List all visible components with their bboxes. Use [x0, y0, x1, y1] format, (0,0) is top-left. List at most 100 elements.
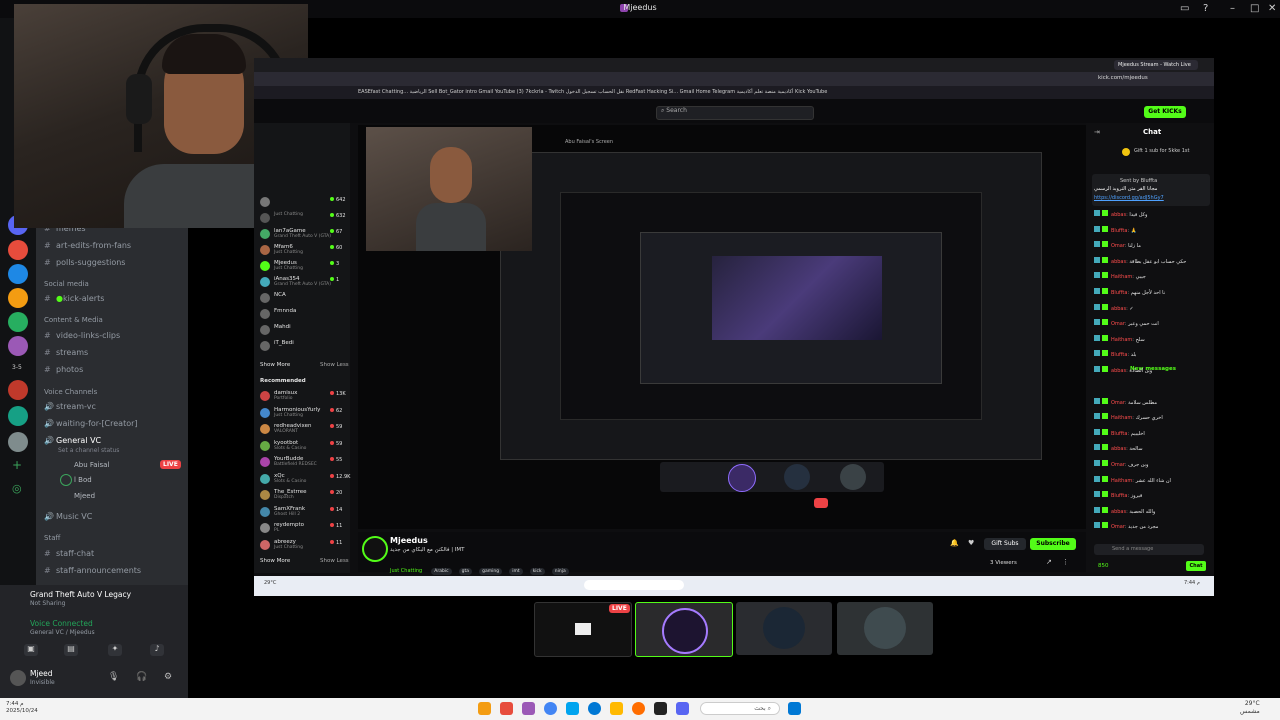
vc-user[interactable]: Mjeed: [74, 492, 95, 500]
chat-message[interactable]: Omar: ما زلنا: [1094, 241, 1141, 249]
chat-username[interactable]: abbas: [1111, 212, 1126, 218]
avatar[interactable]: [260, 245, 270, 255]
call-thumbnail[interactable]: LIVE: [534, 602, 632, 657]
chat-username[interactable]: Bluffta: [1111, 352, 1127, 358]
avatar[interactable]: [260, 277, 270, 287]
show-less-link[interactable]: Show Less: [320, 362, 349, 368]
call-thumbnail[interactable]: [837, 602, 933, 655]
inbox-icon[interactable]: ▭: [1180, 3, 1189, 14]
mic-icon[interactable]: 🎙: [108, 672, 119, 682]
avatar[interactable]: [260, 229, 270, 239]
channel-video-links[interactable]: # video-links-clips: [44, 331, 120, 340]
headphones-icon[interactable]: 🎧: [136, 672, 147, 682]
chat-message[interactable]: Bluffta: اخليبيم: [1094, 428, 1145, 437]
avatar[interactable]: [260, 523, 270, 533]
sidebar-channel[interactable]: iAnas354 Grand Theft Auto V (GTA): [274, 276, 331, 287]
chat-message[interactable]: Omar: مطلس سلامة: [1094, 397, 1157, 406]
recommended-channel[interactable]: damisux Portfolio: [274, 390, 297, 401]
recommended-channel[interactable]: The_Estrree Dispatch: [274, 489, 307, 500]
avatar[interactable]: [260, 457, 270, 467]
server-folder-count[interactable]: 3-5: [12, 364, 22, 371]
channel-polls[interactable]: # polls-suggestions: [44, 258, 125, 267]
avatar[interactable]: [260, 440, 270, 451]
channel-avatar[interactable]: [362, 536, 388, 562]
chat-message[interactable]: Omar: مجرد من جديد: [1094, 522, 1158, 530]
chat-username[interactable]: Omar: [1111, 524, 1125, 530]
chat-message[interactable]: abbas: ✓: [1094, 303, 1134, 312]
taskbar-app-icon[interactable]: [478, 702, 491, 715]
activities-icon[interactable]: ✦: [108, 644, 122, 656]
recommended-channel[interactable]: HarmoniousYurly Just Chatting: [274, 407, 320, 418]
tag[interactable]: gta: [458, 568, 473, 575]
chat-message[interactable]: abbas: سالحة: [1094, 444, 1143, 452]
recommended-channel[interactable]: reydempto PL: [274, 522, 304, 533]
recommended-channel[interactable]: SamXFrank Ghost Hill 2: [274, 506, 305, 517]
taskbar-search[interactable]: بحث ⌕: [700, 702, 780, 715]
chat-message[interactable]: abbas: وكل فيدا: [1094, 210, 1147, 218]
channel-kick-alerts[interactable]: # ●kick-alerts: [44, 294, 104, 303]
server-icon[interactable]: [8, 336, 28, 356]
chat-username[interactable]: abbas: [1111, 446, 1126, 452]
chat-message[interactable]: Omar: انت حمي وعبر: [1094, 319, 1159, 327]
taskbar-app-icon[interactable]: [654, 702, 667, 715]
server-icon[interactable]: [8, 240, 28, 260]
chat-username[interactable]: Bluffta: [1111, 431, 1127, 437]
recommended-channel[interactable]: redheadvixen VALORANT: [274, 423, 312, 434]
discord-icon[interactable]: [676, 702, 689, 715]
minimize-icon[interactable]: –: [1230, 3, 1235, 14]
sidebar-channel[interactable]: Mahdi: [274, 324, 291, 330]
tag[interactable]: Arabic: [431, 568, 452, 575]
taskbar-weather[interactable]: 29°C مشمس: [1240, 700, 1260, 716]
taskbar-app-icon[interactable]: [500, 702, 513, 715]
voice-channel-music[interactable]: 🔊 Music VC: [44, 512, 92, 521]
recommended-channel[interactable]: xQc Slots & Casino: [274, 473, 306, 484]
category-link[interactable]: Just Chatting: [390, 568, 422, 574]
avatar[interactable]: [260, 391, 270, 401]
sidebar-channel[interactable]: iT_Bedi: [274, 340, 294, 346]
chat-username[interactable]: Omar: [1111, 462, 1125, 468]
chat-message[interactable]: Bluffta: بلد: [1094, 350, 1136, 358]
tag[interactable]: imt: [509, 568, 523, 575]
server-icon[interactable]: [8, 432, 28, 452]
chat-username[interactable]: Bluffta: [1111, 493, 1127, 499]
avatar[interactable]: [260, 309, 270, 319]
channel-art-edits[interactable]: # art-edits-from-fans: [44, 241, 131, 250]
sidebar-channel[interactable]: Just Chatting: [274, 212, 303, 217]
chat-username[interactable]: abbas: [1111, 306, 1126, 312]
video-icon[interactable]: ▣: [24, 644, 38, 656]
channel-staff-announcements[interactable]: # staff-announcements: [44, 566, 141, 575]
chat-username[interactable]: Haitham: [1111, 478, 1132, 484]
address-bar[interactable]: kick.com/mjeedus: [254, 72, 1214, 86]
firefox-icon[interactable]: [632, 702, 645, 715]
avatar[interactable]: [260, 213, 270, 223]
chat-username[interactable]: Haitham: [1111, 415, 1132, 421]
show-less-link[interactable]: Show Less: [320, 558, 349, 564]
voice-channel-stream-vc[interactable]: 🔊 stream-vc: [44, 402, 96, 411]
chat-send-button[interactable]: Chat: [1186, 561, 1206, 571]
avatar[interactable]: [260, 325, 270, 335]
server-icon[interactable]: [8, 312, 28, 332]
category-voice[interactable]: Voice Channels: [44, 388, 97, 396]
start-icon[interactable]: [788, 702, 801, 715]
chat-input[interactable]: Send a message: [1094, 544, 1204, 555]
channel-status[interactable]: Set a channel status: [58, 447, 119, 454]
collapse-chat-icon[interactable]: ⇥: [1094, 128, 1100, 136]
chat-message[interactable]: abbas: حكي حساب ابو عقل بطاقة: [1094, 256, 1186, 265]
taskbar-app-icon[interactable]: [566, 702, 579, 715]
recommended-channel[interactable]: abreezy Just Chatting: [274, 539, 303, 550]
share-icon[interactable]: ↗: [1046, 558, 1052, 566]
avatar[interactable]: [260, 490, 270, 500]
maximize-icon[interactable]: □: [1250, 3, 1259, 14]
pinned-message[interactable]: Sent by Bluffta مجانا القر مثن الترويد ا…: [1092, 174, 1210, 206]
server-icon[interactable]: [8, 380, 28, 400]
avatar[interactable]: [260, 407, 270, 418]
file-explorer-icon[interactable]: [610, 702, 623, 715]
vc-user[interactable]: Abu Faisal: [74, 461, 109, 469]
user-name[interactable]: Mjeed: [30, 669, 53, 678]
sidebar-channel[interactable]: NCA: [274, 292, 286, 298]
gift-banner[interactable]: Gift 1 sub for 5kke 1st: [1134, 148, 1189, 154]
avatar[interactable]: [260, 539, 270, 550]
chat-message[interactable]: Haitham: جيبي: [1094, 272, 1146, 280]
chat-username[interactable]: Omar: [1111, 321, 1125, 327]
browser-tab[interactable]: Mjeedus Stream - Watch Live: [1114, 60, 1198, 70]
